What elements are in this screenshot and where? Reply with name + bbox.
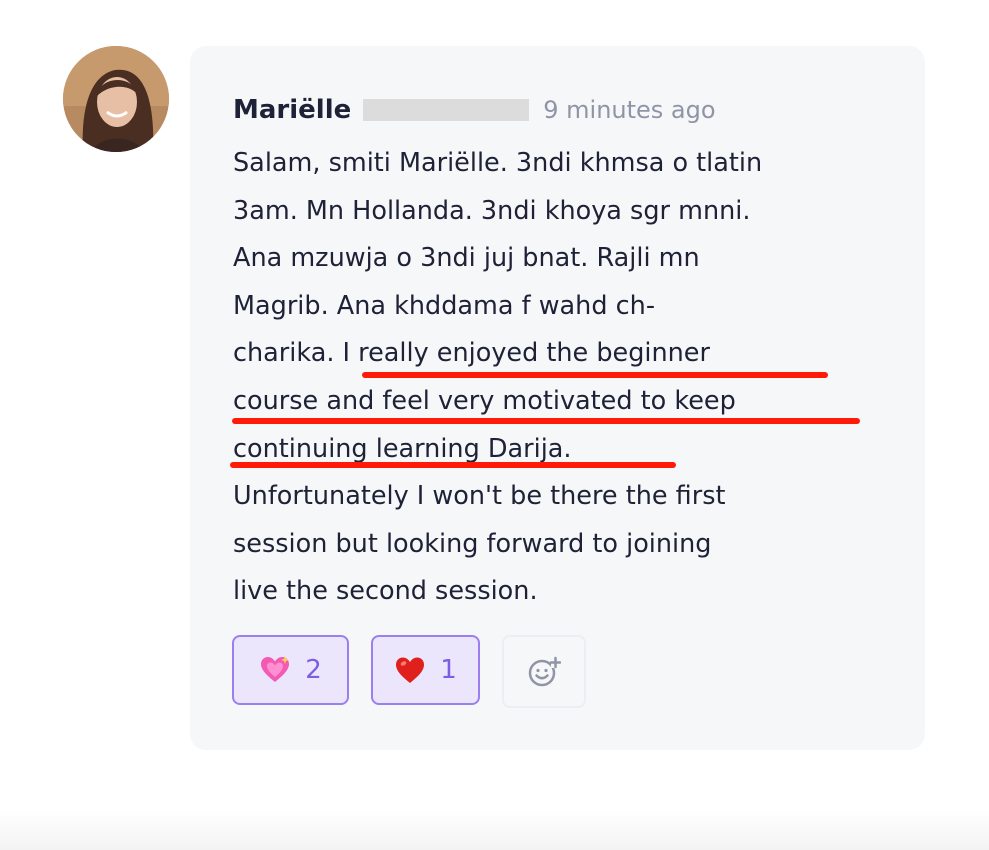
message-line: live the second session. <box>233 576 538 607</box>
comment-card: Mariëlle 9 minutes ago Salam, smiti Mari… <box>190 46 925 750</box>
red-underline-annotation <box>362 372 828 378</box>
red-underline-annotation <box>232 418 860 424</box>
redaction-bar <box>363 99 530 121</box>
red-heart-icon <box>396 657 425 683</box>
message-line: charika. I really enjoyed the beginner <box>233 330 893 378</box>
message-line: Ana mzuwja o 3ndi juj bnat. Rajli mn <box>233 243 700 274</box>
comment-header: Mariëlle 9 minutes ago <box>233 90 716 130</box>
page-bottom-edge <box>0 810 989 850</box>
red-underline-annotation <box>230 462 676 468</box>
message-line: Magrib. Ana khddama f wahd ch- <box>233 290 656 321</box>
reaction-red-heart-button[interactable]: 1 <box>371 635 480 705</box>
author-surname-redacted <box>363 99 530 121</box>
reaction-count: 2 <box>305 655 322 685</box>
highlighted-text: continuing learning Darija. <box>233 433 572 464</box>
highlighted-text: course and feel very motivated to keep <box>233 385 736 416</box>
message-line: session but looking forward to joining <box>233 528 712 559</box>
reaction-count: 1 <box>440 655 457 685</box>
avatar-photo <box>63 46 169 152</box>
sparkling-heart-icon <box>261 656 290 682</box>
message-line: Unfortunately I won't be there the first <box>233 481 726 512</box>
avatar[interactable] <box>63 46 169 152</box>
author-name[interactable]: Mariëlle <box>233 95 351 125</box>
reaction-sparkling-heart-button[interactable]: 2 <box>232 635 349 705</box>
add-reaction-button[interactable] <box>502 635 586 708</box>
timestamp[interactable]: 9 minutes ago <box>543 96 715 124</box>
message-line: Salam, smiti Mariëlle. 3ndi khmsa o tlat… <box>233 148 763 178</box>
message-text: charika. <box>233 338 343 369</box>
add-emoji-icon <box>528 656 561 686</box>
highlighted-text: I really enjoyed the beginner <box>342 338 710 369</box>
reactions-bar: 2 1 <box>232 635 586 708</box>
message-line: 3am. Mn Hollanda. 3ndi khoya sgr mnni. <box>233 195 751 226</box>
